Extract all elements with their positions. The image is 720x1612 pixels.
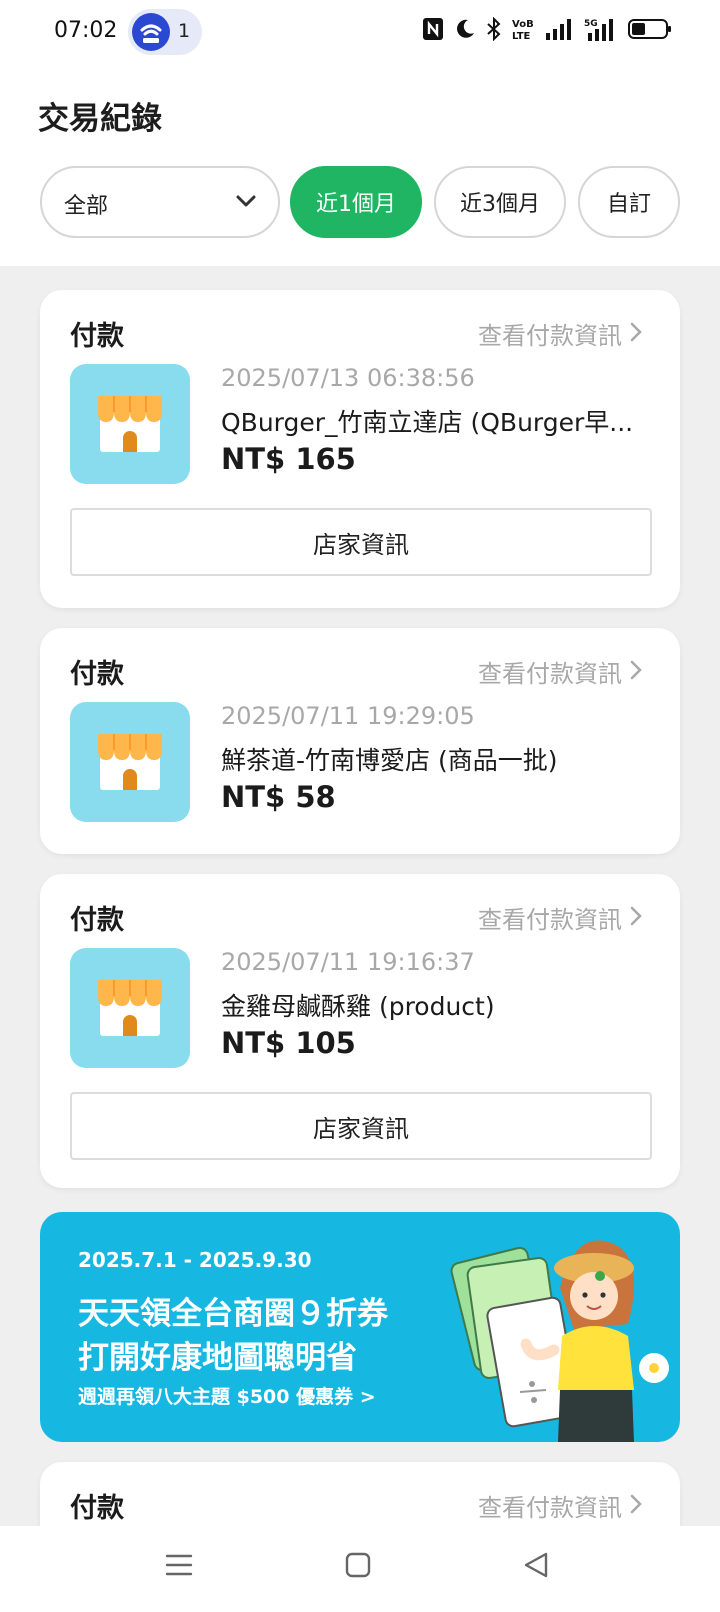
svg-text:5G: 5G	[584, 19, 598, 29]
back-triangle-icon[interactable]	[522, 1550, 550, 1584]
view-payment-info-label: 查看付款資訊	[478, 660, 622, 688]
banner-headline: 天天領全台商圈９折券	[78, 1296, 388, 1332]
transaction-datetime: 2025/07/13 06:38:56	[221, 364, 475, 392]
menu-icon[interactable]	[164, 1550, 194, 1584]
view-payment-info-link[interactable]: 查看付款資訊	[478, 654, 642, 689]
system-navigation-bar	[0, 1526, 720, 1612]
wifi-icon	[132, 13, 170, 51]
store-info-button[interactable]: 店家資訊	[70, 1092, 652, 1160]
status-time: 07:02	[54, 18, 118, 43]
transaction-card[interactable]: 付款 查看付款資訊 2025/07/11 19:16:37 金雞母鹹酥雞 (pr…	[40, 874, 680, 1188]
period-3-months-chip[interactable]: 近3個月	[434, 166, 566, 238]
merchant-name: 鮮茶道-竹南博愛店 (商品一批)	[221, 746, 558, 775]
banner-coupon-link[interactable]: 週週再領八大主題 $500 優惠券 >	[78, 1382, 376, 1409]
view-payment-info-link[interactable]: 查看付款資訊	[478, 1488, 642, 1523]
battery-icon	[628, 18, 672, 44]
store-icon	[70, 364, 190, 484]
transaction-amount: NT$ 58	[221, 780, 336, 814]
period-1-month-chip[interactable]: 近1個月	[290, 166, 422, 238]
notification-count: 1	[178, 20, 191, 42]
store-icon	[70, 948, 190, 1068]
moon-icon	[454, 18, 476, 44]
signal-icon	[546, 18, 574, 44]
system-icons: VoB LTE 5G	[422, 16, 672, 46]
status-bar: 07:02 1 VoB LTE 5G	[0, 0, 720, 64]
transaction-amount: NT$ 165	[221, 442, 356, 476]
transaction-card[interactable]: 付款 查看付款資訊 2025/07/11 19:29:05 鮮茶道-竹南博愛店 …	[40, 628, 680, 854]
banner-date-range: 2025.7.1 - 2025.9.30	[78, 1248, 312, 1272]
transaction-card[interactable]: 付款 查看付款資訊 2025/07/13 06:38:56 QBurger_竹南…	[40, 290, 680, 608]
promo-banner[interactable]: 2025.7.1 - 2025.9.30 天天領全台商圈９折券 打開好康地圖聰明…	[40, 1212, 680, 1442]
header-area: 07:02 1 VoB LTE 5G 交易紀錄 全部 近1個月 近3個月 自訂	[0, 0, 720, 266]
transaction-type: 付款	[70, 659, 124, 690]
page-title: 交易紀錄	[38, 101, 162, 137]
girl-with-coupons-illustration	[448, 1232, 680, 1442]
type-select-value: 全部	[64, 194, 109, 219]
view-payment-info-link[interactable]: 查看付款資訊	[478, 900, 642, 935]
svg-text:LTE: LTE	[512, 31, 531, 41]
merchant-name: QBurger_竹南立達店 (QBurger早...	[221, 408, 634, 437]
volte-icon: VoB LTE	[512, 17, 536, 45]
transaction-type-select[interactable]: 全部	[40, 166, 280, 238]
transaction-type: 付款	[70, 905, 124, 936]
svg-text:VoB: VoB	[512, 19, 534, 30]
view-payment-info-label: 查看付款資訊	[478, 1494, 622, 1522]
transaction-amount: NT$ 105	[221, 1026, 356, 1060]
transaction-datetime: 2025/07/11 19:29:05	[221, 702, 475, 730]
bluetooth-icon	[486, 16, 502, 45]
period-custom-chip[interactable]: 自訂	[578, 166, 680, 238]
hotspot-indicator[interactable]: 1	[128, 9, 202, 55]
merchant-name: 金雞母鹹酥雞 (product)	[221, 992, 495, 1021]
chevron-right-icon	[630, 904, 642, 932]
transaction-type: 付款	[70, 321, 124, 352]
home-square-icon[interactable]	[344, 1550, 372, 1584]
chevron-right-icon	[630, 320, 642, 348]
banner-subheadline: 打開好康地圖聰明省	[78, 1340, 357, 1376]
store-icon	[70, 702, 190, 822]
transaction-datetime: 2025/07/11 19:16:37	[221, 948, 475, 976]
chevron-right-icon	[630, 1492, 642, 1520]
transaction-type: 付款	[70, 1493, 124, 1524]
5g-signal-icon: 5G	[584, 17, 618, 45]
chevron-down-icon	[236, 193, 256, 212]
store-info-button[interactable]: 店家資訊	[70, 508, 652, 576]
chevron-right-icon	[630, 658, 642, 686]
view-payment-info-link[interactable]: 查看付款資訊	[478, 316, 642, 351]
view-payment-info-label: 查看付款資訊	[478, 322, 622, 350]
view-payment-info-label: 查看付款資訊	[478, 906, 622, 934]
nfc-icon	[422, 17, 444, 45]
